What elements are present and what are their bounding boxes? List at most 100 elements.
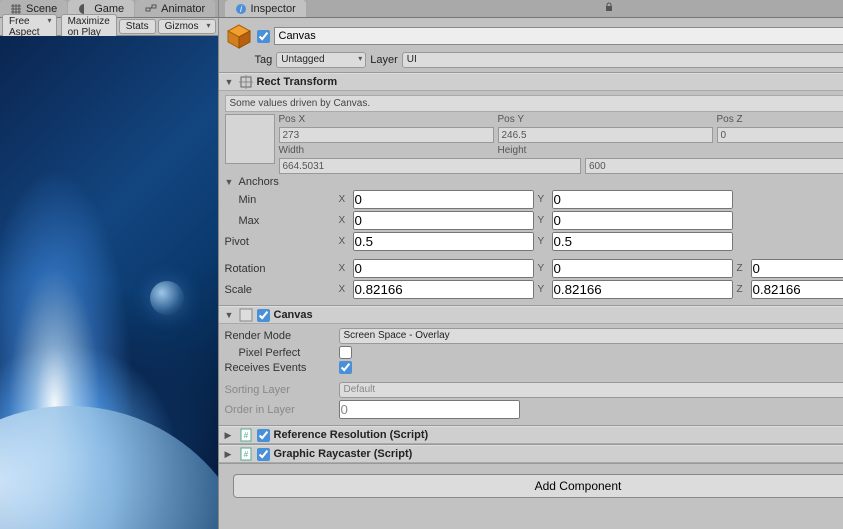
anchor-max-x[interactable] [353,211,534,230]
game-panel: Scene Game Animator Free Aspect Maximize… [0,0,219,529]
pixelperfect-checkbox[interactable] [339,346,352,359]
receives-label: Receives Events [225,362,335,374]
add-component-button[interactable]: Add Component [233,474,843,498]
tab-inspector-label: Inspector [251,3,296,15]
rotation-label: Rotation [225,263,335,275]
maximize-label: Maximize on Play [68,16,110,38]
anchors-label: Anchors [239,176,279,188]
sorting-value: Default [344,384,376,395]
rendermode-value: Screen Space - Overlay [344,330,450,341]
inspector-tabbar: i Inspector ▤≡ [219,0,843,18]
layer-value: UI [407,54,417,65]
height-input[interactable] [585,158,843,174]
width-input[interactable] [279,158,582,174]
layer-dropdown[interactable]: UI [402,52,843,68]
posx-label: Pos X [279,114,494,125]
script-icon: # [239,447,253,461]
foldout-open-icon: ▼ [225,310,235,320]
order-label: Order in Layer [225,404,335,416]
sorting-dropdown: Default [339,382,843,398]
anchor-max-label: Max [225,215,335,227]
pacman-icon [78,3,90,15]
gameobject-cube-icon [225,22,253,50]
stats-label: Stats [126,21,149,32]
game-toolbar: Free Aspect Maximize on Play Stats Gizmo… [0,18,218,36]
tab-animator[interactable]: Animator [135,0,215,17]
layer-label: Layer [370,54,398,66]
script-icon: # [239,428,253,442]
canvas-icon [239,308,253,322]
scene-grid-icon [10,3,22,15]
gameobject-name-input[interactable] [274,27,843,45]
foldout-closed-icon: ▶ [225,430,235,441]
height-label: Height [498,145,713,156]
width-label: Width [279,145,494,156]
order-input [339,400,520,419]
info-icon: i [235,3,247,15]
rendermode-label: Render Mode [225,330,335,342]
sorting-label: Sorting Layer [225,384,335,396]
posz-label: Pos Z [717,114,843,125]
pivot-x[interactable] [353,232,534,251]
rendermode-dropdown[interactable]: Screen Space - Overlay [339,328,843,344]
tag-dropdown[interactable]: Untagged [276,52,366,68]
anchor-min-y[interactable] [552,190,733,209]
anchor-preset-button[interactable] [225,114,275,164]
gizmos-dropdown[interactable]: Gizmos [158,19,216,34]
component-reference-resolution: ▶ # Reference Resolution (Script) ⚙▾ [219,426,843,445]
posy-label: Pos Y [498,114,713,125]
pixelperfect-label: Pixel Perfect [225,347,335,359]
component-graphic-raycaster: ▶ # Graphic Raycaster (Script) ⚙▾ [219,445,843,464]
aspect-label: Free Aspect [9,16,40,38]
posz-input[interactable] [717,127,843,143]
tag-value: Untagged [281,54,324,65]
foldout-open-icon: ▼ [225,177,235,187]
component-canvas: ▼ Canvas ⚙▾ Render Mode Screen Space - Ov… [219,306,843,426]
gameobject-active-checkbox[interactable] [257,30,270,43]
pivot-label: Pivot [225,236,335,248]
graph-icon [145,3,157,15]
inspector-panel: i Inspector ▤≡ Static ▾ Tag Untagged Lay… [219,0,843,529]
component-rect-transform: ▼ Rect Transform ⚙▾ Some values driven b… [219,73,843,306]
canvas-enable-checkbox[interactable] [257,309,270,322]
refres-enable-checkbox[interactable] [257,429,270,442]
svg-text:#: # [243,431,248,440]
posy-input[interactable] [498,127,713,143]
rot-z[interactable] [751,259,843,278]
rot-x[interactable] [353,259,534,278]
stats-toggle[interactable]: Stats [119,19,156,34]
rect-transform-title: Rect Transform [257,76,843,88]
tab-scene-label: Scene [26,3,57,15]
raycaster-title: Graphic Raycaster (Script) [274,448,843,460]
receives-checkbox[interactable] [339,361,352,374]
rot-y[interactable] [552,259,733,278]
lock-icon[interactable] [604,2,614,15]
anchor-max-y[interactable] [552,211,733,230]
canvas-header[interactable]: ▼ Canvas ⚙▾ [219,306,843,324]
tab-inspector[interactable]: i Inspector [225,0,306,17]
scale-x[interactable] [353,280,534,299]
tab-game-label: Game [94,3,124,15]
planet-small [150,281,184,315]
raycaster-enable-checkbox[interactable] [257,448,270,461]
tab-animator-label: Animator [161,3,205,15]
anchor-min-x[interactable] [353,190,534,209]
tag-label: Tag [255,54,273,66]
anchor-min-label: Min [225,194,335,206]
scale-label: Scale [225,284,335,296]
gizmos-label: Gizmos [165,21,199,32]
rect-transform-header[interactable]: ▼ Rect Transform ⚙▾ [219,73,843,91]
posx-input[interactable] [279,127,494,143]
refres-title: Reference Resolution (Script) [274,429,843,441]
raycaster-header[interactable]: ▶ # Graphic Raycaster (Script) ⚙▾ [219,445,843,463]
foldout-closed-icon: ▶ [225,449,235,460]
canvas-title: Canvas [274,309,843,321]
scale-z[interactable] [751,280,843,299]
game-viewport: GUI Demo Continue New Game Settings Quit [0,36,218,529]
refres-header[interactable]: ▶ # Reference Resolution (Script) ⚙▾ [219,426,843,444]
rect-transform-icon [239,75,253,89]
rect-driven-note: Some values driven by Canvas. [225,95,843,112]
foldout-open-icon: ▼ [225,77,235,87]
pivot-y[interactable] [552,232,733,251]
scale-y[interactable] [552,280,733,299]
